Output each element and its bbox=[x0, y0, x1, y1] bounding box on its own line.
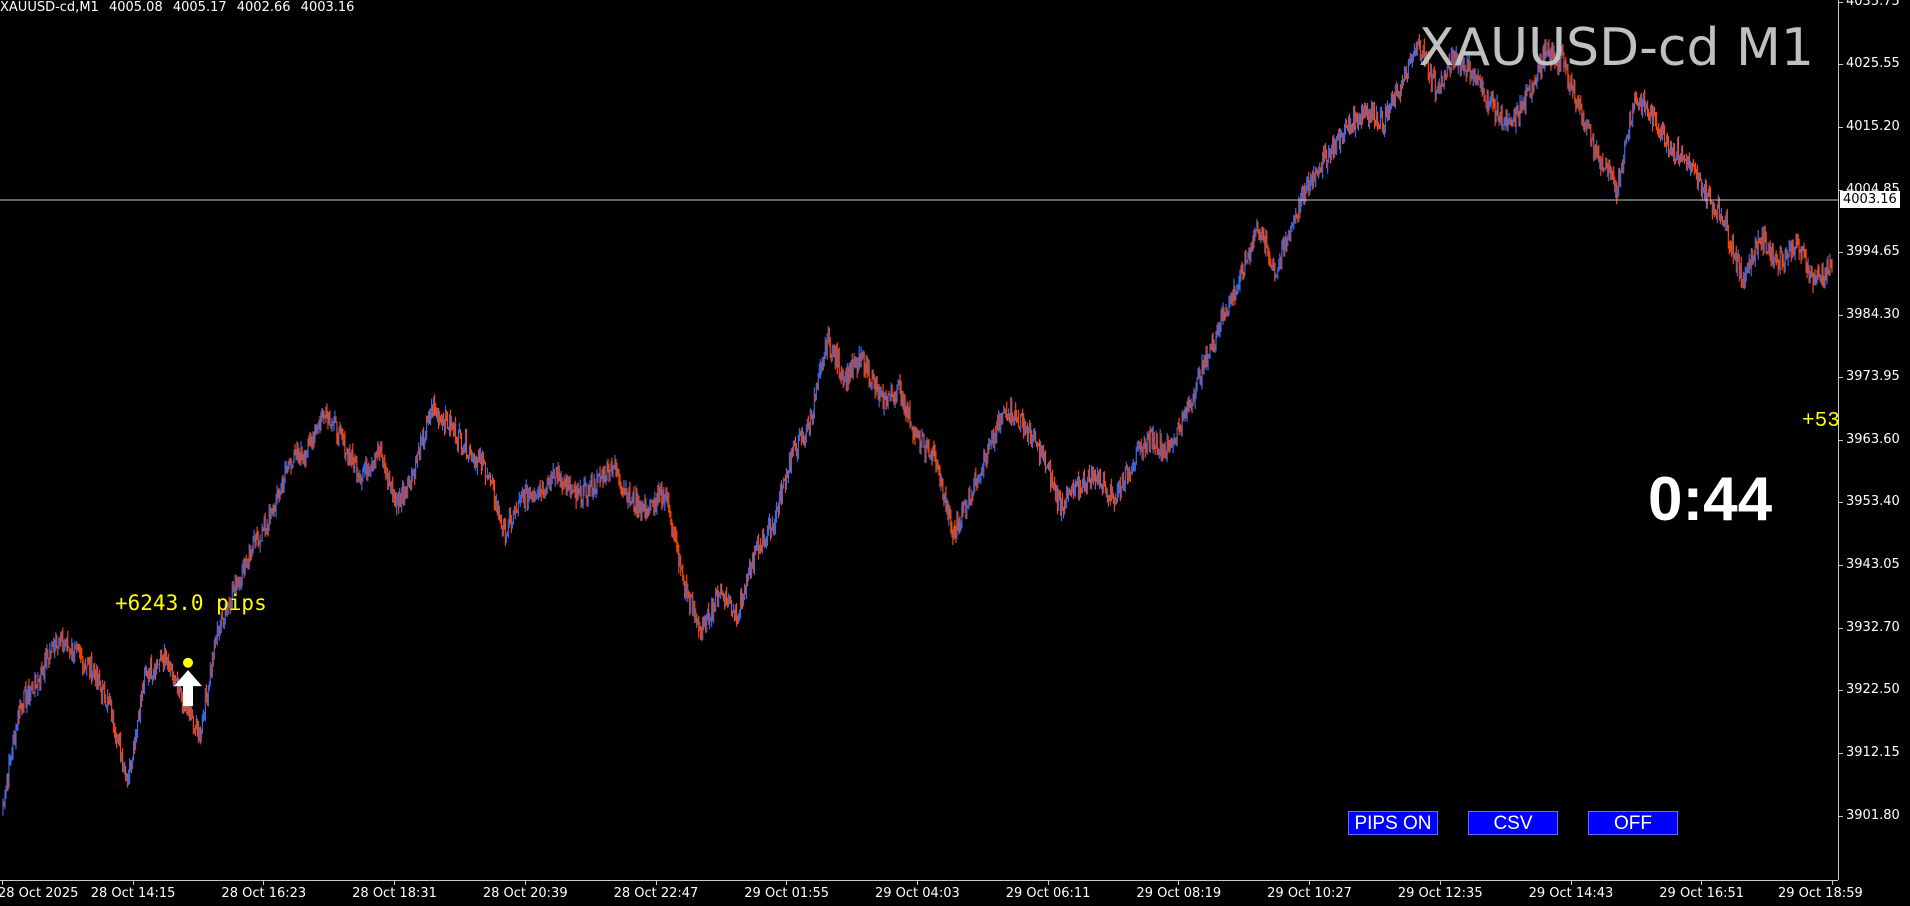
price-axis-label: 3932.70 bbox=[1846, 620, 1900, 636]
price-axis-label: 3922.50 bbox=[1846, 682, 1900, 698]
bar-countdown-timer: 0:44 bbox=[1648, 465, 1773, 534]
price-axis-tick bbox=[1838, 565, 1843, 567]
time-axis-tick bbox=[1047, 880, 1049, 885]
time-axis-tick bbox=[1178, 880, 1180, 885]
off-button[interactable]: OFF bbox=[1588, 811, 1678, 835]
time-axis-tick bbox=[1439, 880, 1441, 885]
price-axis-tick bbox=[1838, 815, 1843, 817]
chart-window[interactable]: XAUUSD-cd,M1 4005.08 4005.17 4002.66 400… bbox=[0, 0, 1910, 906]
price-chart-svg bbox=[0, 34, 1838, 816]
ohlc-open: 4005.08 bbox=[108, 0, 163, 15]
time-axis-label: 29 Oct 18:59 bbox=[1778, 886, 1863, 901]
time-axis-tick bbox=[263, 880, 265, 885]
time-axis-label: 29 Oct 06:11 bbox=[1005, 886, 1091, 901]
time-axis-tick bbox=[132, 880, 134, 885]
price-axis-label: 4025.55 bbox=[1846, 55, 1900, 71]
price-axis-tick bbox=[1838, 752, 1843, 754]
price-axis-label: 3973.95 bbox=[1846, 369, 1900, 385]
symbol-info-bar: XAUUSD-cd,M1 4005.08 4005.17 4002.66 400… bbox=[0, 0, 360, 15]
ohlc-high: 4005.17 bbox=[172, 0, 227, 15]
csv-button[interactable]: CSV bbox=[1468, 811, 1558, 835]
price-axis-label: 3984.30 bbox=[1846, 306, 1900, 322]
time-axis-label: 28 Oct 22:47 bbox=[613, 886, 699, 901]
time-axis-tick bbox=[1309, 880, 1311, 885]
current-price-label: 4003.16 bbox=[1840, 191, 1900, 208]
time-axis-tick bbox=[1832, 880, 1833, 885]
price-axis-tick bbox=[1838, 126, 1843, 128]
price-axis-tick bbox=[1838, 63, 1843, 65]
symbol-title: XAUUSD-cd M1 bbox=[1418, 18, 1814, 78]
pips-label-left: +6243.0 pips bbox=[115, 591, 267, 615]
time-axis-label: 29 Oct 10:27 bbox=[1267, 886, 1352, 901]
price-axis-label: 3943.05 bbox=[1846, 557, 1900, 573]
time-axis-label: 28 Oct 16:23 bbox=[221, 886, 307, 901]
time-axis-label: 28 Oct 20:39 bbox=[482, 886, 568, 901]
time-axis-tick bbox=[655, 880, 657, 885]
price-axis-tick bbox=[1838, 440, 1843, 442]
price-axis-tick bbox=[1838, 314, 1843, 316]
time-axis-label: 29 Oct 04:03 bbox=[875, 886, 960, 901]
time-axis-label: 29 Oct 12:35 bbox=[1397, 886, 1483, 901]
time-axis-label: 28 Oct 2025 bbox=[0, 886, 79, 901]
time-axis-label: 28 Oct 18:31 bbox=[352, 886, 437, 901]
price-axis-tick bbox=[1838, 690, 1843, 692]
price-axis-tick bbox=[1838, 251, 1843, 253]
pips-on-button[interactable]: PIPS ON bbox=[1348, 811, 1438, 835]
price-axis-tick bbox=[1838, 377, 1843, 379]
time-axis-tick bbox=[524, 880, 526, 885]
price-axis-label: 4035.75 bbox=[1846, 0, 1900, 9]
time-axis-tick bbox=[1701, 880, 1703, 885]
price-axis-label: 3953.40 bbox=[1846, 494, 1900, 510]
ohlc-close: 4003.16 bbox=[300, 0, 355, 15]
ohlc-low: 4002.66 bbox=[236, 0, 291, 15]
price-axis-label: 3912.15 bbox=[1846, 744, 1900, 760]
price-axis-tick bbox=[1838, 628, 1843, 630]
price-axis-label: 3901.80 bbox=[1846, 807, 1900, 823]
time-axis-tick bbox=[917, 880, 918, 885]
time-axis-tick bbox=[1570, 880, 1572, 885]
time-axis-label: 29 Oct 16:51 bbox=[1659, 886, 1745, 901]
time-axis-tick bbox=[786, 880, 788, 885]
time-axis-tick bbox=[394, 880, 396, 885]
pips-label-right: +53 bbox=[1802, 410, 1840, 433]
time-axis-label: 29 Oct 14:43 bbox=[1528, 886, 1614, 901]
price-axis-label: 3994.65 bbox=[1846, 243, 1900, 259]
price-axis-tick bbox=[1838, 2, 1843, 3]
symbol-timeframe: XAUUSD-cd,M1 bbox=[0, 0, 99, 15]
time-axis-label: 28 Oct 14:15 bbox=[90, 886, 176, 901]
signal-dot bbox=[183, 657, 193, 668]
time-axis-label: 29 Oct 01:55 bbox=[744, 886, 830, 901]
price-plot-area[interactable] bbox=[0, 0, 1838, 880]
price-axis-label: 4015.20 bbox=[1846, 118, 1900, 134]
price-axis-tick bbox=[1838, 502, 1843, 504]
time-axis-label: 29 Oct 08:19 bbox=[1136, 886, 1222, 901]
price-axis-label: 3963.60 bbox=[1846, 432, 1900, 448]
time-axis-tick bbox=[2, 880, 3, 885]
